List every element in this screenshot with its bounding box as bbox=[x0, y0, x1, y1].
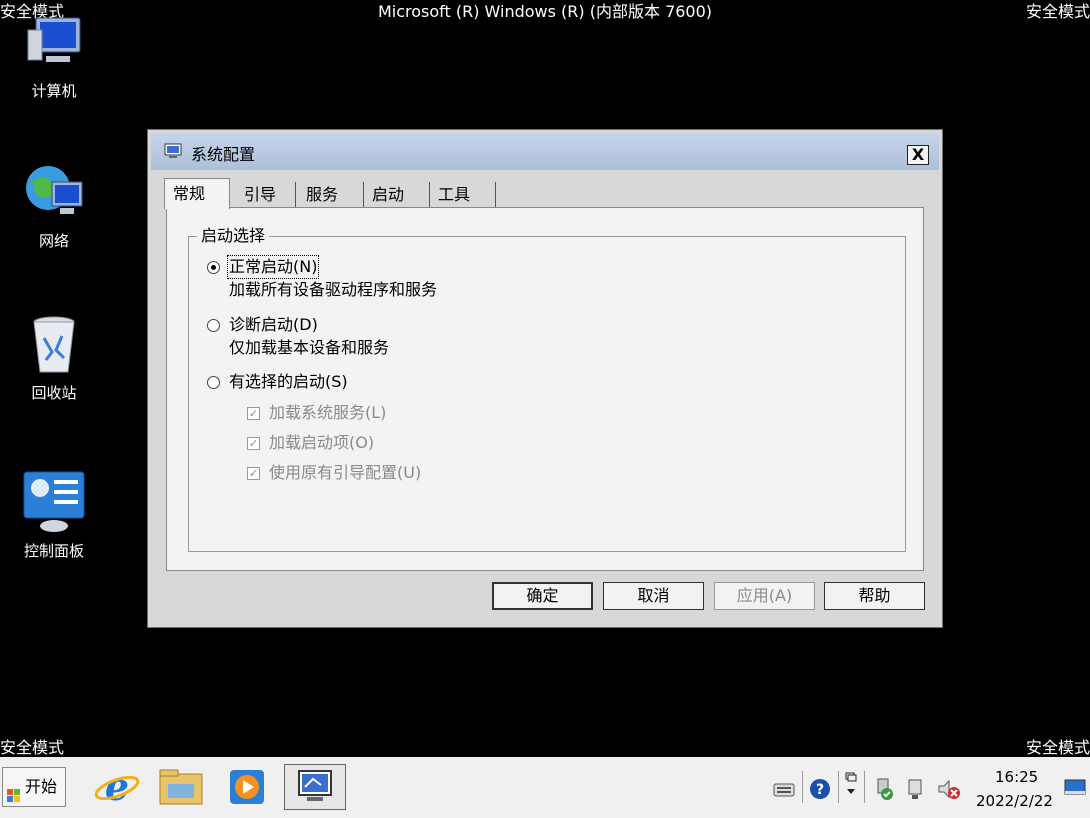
desktop-icon-computer[interactable]: 计算机 bbox=[4, 10, 104, 101]
load-startup-items-checkbox[interactable]: ✓ bbox=[247, 437, 260, 450]
use-original-boot-config-checkbox[interactable]: ✓ bbox=[247, 467, 260, 480]
tray-separator bbox=[838, 771, 839, 803]
network-icon bbox=[22, 160, 86, 224]
apply-button[interactable]: 应用(A) bbox=[714, 582, 815, 610]
tray-separator bbox=[864, 771, 865, 803]
safe-mode-label-top-right: 安全模式 bbox=[1025, 2, 1090, 21]
clock-time[interactable]: 16:25 bbox=[995, 768, 1038, 786]
windows-flag-icon bbox=[7, 779, 21, 802]
tab-general[interactable]: 常规 bbox=[164, 178, 230, 209]
keyboard-icon[interactable] bbox=[772, 777, 796, 801]
show-desktop-icon[interactable] bbox=[1064, 779, 1086, 803]
clock-date[interactable]: 2022/2/22 bbox=[976, 792, 1053, 810]
help-icon[interactable]: ? bbox=[808, 777, 832, 801]
group-title: 启动选择 bbox=[197, 226, 270, 246]
startup-selection-group: 启动选择 正常启动(N) 加载所有设备驱动程序和服务 诊断启动(D) 仅加载基本… bbox=[188, 226, 906, 552]
desktop-icon-network[interactable]: 网络 bbox=[4, 160, 104, 251]
dialog-title: 系统配置 bbox=[191, 145, 256, 164]
use-original-boot-config-label: 使用原有引导配置(U) bbox=[269, 463, 422, 482]
selective-startup-radio[interactable] bbox=[207, 376, 220, 389]
desktop-icon-control-panel[interactable]: 控制面板 bbox=[4, 470, 104, 561]
desktop-icon-label: 控制面板 bbox=[23, 542, 84, 560]
general-tab-panel: 启动选择 正常启动(N) 加载所有设备驱动程序和服务 诊断启动(D) 仅加载基本… bbox=[166, 207, 924, 571]
volume-muted-icon[interactable] bbox=[936, 777, 962, 801]
tab-tools[interactable]: 工具 bbox=[430, 182, 496, 208]
diagnostic-startup-radio[interactable] bbox=[207, 319, 220, 332]
svg-text:?: ? bbox=[816, 782, 824, 798]
desktop-icon-recycle-bin[interactable]: 回收站 bbox=[4, 312, 104, 403]
network-tray-icon[interactable] bbox=[904, 777, 928, 801]
normal-startup-radio[interactable] bbox=[207, 261, 220, 274]
file-explorer-icon[interactable] bbox=[152, 764, 210, 810]
tab-startup[interactable]: 启动 bbox=[364, 182, 430, 208]
desktop-icon-label: 回收站 bbox=[31, 384, 77, 402]
system-config-taskbar-button[interactable] bbox=[284, 764, 346, 810]
desktop-icon-label: 计算机 bbox=[31, 82, 77, 100]
diagnostic-startup-label[interactable]: 诊断启动(D) bbox=[229, 315, 318, 335]
load-system-services-label: 加载系统服务(L) bbox=[269, 403, 387, 422]
start-button[interactable]: 开始 bbox=[2, 767, 66, 807]
recycle-bin-icon bbox=[22, 312, 86, 376]
load-system-services-checkbox[interactable]: ✓ bbox=[247, 407, 260, 420]
dialog-titlebar[interactable]: 系统配置 X bbox=[151, 133, 939, 170]
restore-icon[interactable] bbox=[844, 771, 858, 795]
help-button[interactable]: 帮助 bbox=[824, 582, 925, 610]
cancel-button[interactable]: 取消 bbox=[603, 582, 704, 610]
safe-mode-label-bottom-left: 安全模式 bbox=[0, 738, 65, 757]
media-player-icon[interactable] bbox=[218, 764, 276, 810]
computer-icon bbox=[22, 10, 86, 74]
desktop-icon-label: 网络 bbox=[38, 232, 69, 250]
selective-startup-label[interactable]: 有选择的启动(S) bbox=[229, 372, 348, 392]
svg-text:e: e bbox=[105, 764, 129, 809]
control-panel-icon bbox=[22, 470, 86, 534]
system-config-icon bbox=[164, 143, 182, 159]
ok-button[interactable]: 确定 bbox=[492, 582, 593, 610]
safe-mode-label-bottom-right: 安全模式 bbox=[1025, 738, 1090, 757]
normal-startup-description: 加载所有设备驱动程序和服务 bbox=[229, 280, 438, 299]
internet-explorer-icon[interactable]: e bbox=[88, 764, 146, 810]
taskbar: 开始 e ? 16:25 2022/2/22 bbox=[0, 757, 1090, 818]
start-label: 开始 bbox=[25, 777, 58, 796]
tab-services[interactable]: 服务 bbox=[298, 182, 364, 208]
normal-startup-label[interactable]: 正常启动(N) bbox=[226, 255, 320, 279]
diagnostic-startup-description: 仅加载基本设备和服务 bbox=[229, 338, 390, 357]
system-config-dialog: 系统配置 X 常规 引导 服务 启动 工具 启动选择 正常启动(N) 加载所有设… bbox=[147, 129, 943, 628]
os-version-banner: Microsoft (R) Windows (R) (内部版本 7600) bbox=[377, 2, 713, 21]
tab-boot[interactable]: 引导 bbox=[236, 182, 296, 208]
close-button[interactable]: X bbox=[907, 145, 929, 165]
load-startup-items-label: 加载启动项(O) bbox=[269, 433, 375, 452]
tray-separator bbox=[802, 771, 803, 803]
usb-safe-remove-icon[interactable] bbox=[872, 777, 896, 801]
